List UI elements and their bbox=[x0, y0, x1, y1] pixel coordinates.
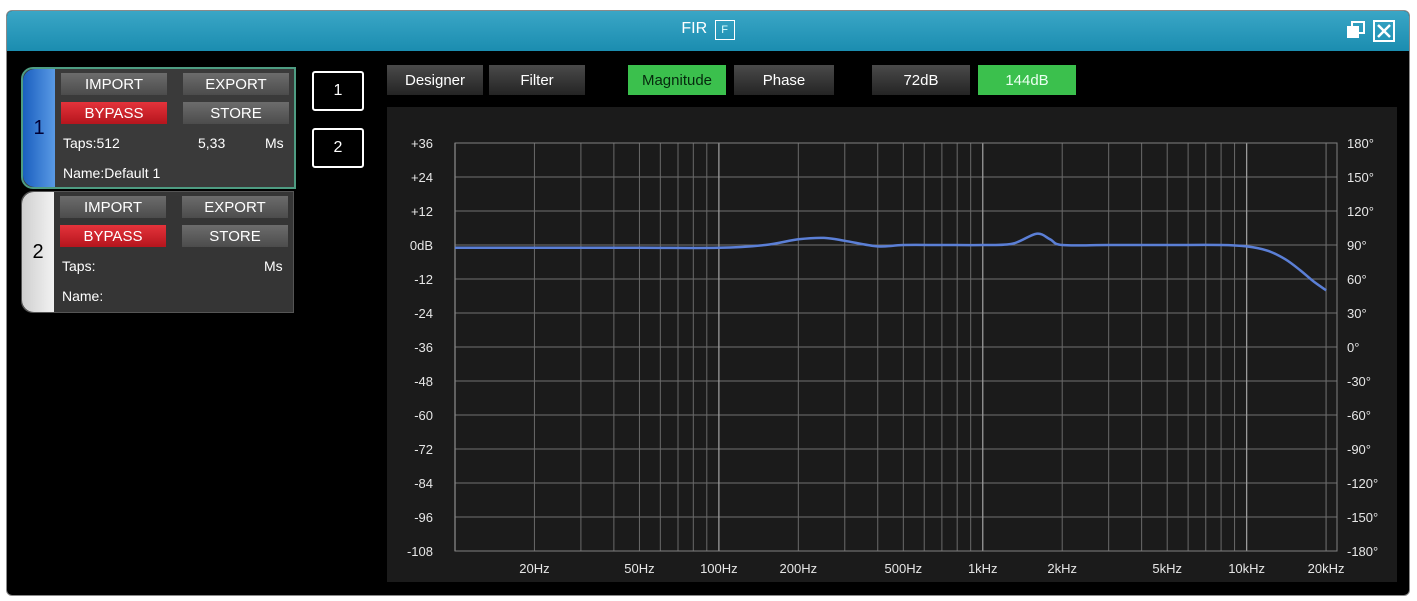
store-button[interactable]: STORE bbox=[182, 225, 288, 247]
frequency-response-plot[interactable]: +36 +24 +12 0dB -12 -24 -36 -48 -60 -72 -84 -96 -108… bbox=[387, 107, 1397, 582]
phase-tick-label: -60° bbox=[1347, 408, 1371, 423]
frequency-response-chart[interactable]: +36 +24 +12 0dB -12 -24 -36 -48 -60 -72 -84 -96 -108… bbox=[387, 107, 1397, 582]
y-tick-label: 0dB bbox=[410, 238, 433, 253]
phase-tick-label: -30° bbox=[1347, 374, 1371, 389]
slot-number-tab[interactable]: 2 bbox=[22, 192, 54, 312]
restore-window-icon bbox=[1347, 21, 1365, 38]
phase-tick-label: 150° bbox=[1347, 170, 1374, 185]
channel-2-button[interactable]: 2 bbox=[312, 128, 364, 168]
x-tick-label: 50Hz bbox=[624, 561, 654, 576]
phase-tick-label: 30° bbox=[1347, 306, 1367, 321]
delay-time-unit: Ms bbox=[264, 258, 283, 274]
fir-window: FIR F 1 IMPORT EXPORT BYPASS STORE Taps:… bbox=[6, 10, 1410, 596]
phase-tick-label: -180° bbox=[1347, 544, 1378, 559]
x-tick-label: 1kHz bbox=[968, 561, 998, 576]
export-button[interactable]: EXPORT bbox=[182, 196, 288, 218]
phase-tick-label: 0° bbox=[1347, 340, 1359, 355]
x-tick-label: 2kHz bbox=[1047, 561, 1077, 576]
x-tick-label: 100Hz bbox=[700, 561, 738, 576]
magnitude-button[interactable]: Magnitude bbox=[628, 65, 726, 95]
name-label: Name: bbox=[62, 288, 104, 304]
range-144db-button[interactable]: 144dB bbox=[978, 65, 1076, 95]
x-tick-label: 200Hz bbox=[780, 561, 818, 576]
slot-number-tab[interactable]: 1 bbox=[23, 69, 55, 187]
x-tick-label: 20kHz bbox=[1308, 561, 1345, 576]
fir-slot-2[interactable]: 2 IMPORT EXPORT BYPASS STORE Taps: Ms Na… bbox=[21, 191, 294, 313]
y-tick-label: +24 bbox=[411, 170, 433, 185]
phase-tick-label: 120° bbox=[1347, 204, 1374, 219]
phase-tick-label: -90° bbox=[1347, 442, 1371, 457]
phase-tick-label: -150° bbox=[1347, 510, 1378, 525]
magnitude-response-curve bbox=[454, 232, 1327, 292]
range-72db-button[interactable]: 72dB bbox=[872, 65, 970, 95]
delay-time-unit: Ms bbox=[265, 135, 284, 151]
designer-button[interactable]: Designer bbox=[387, 65, 483, 95]
delay-time-value: 5,33 bbox=[198, 135, 226, 151]
title-bar: FIR F bbox=[7, 11, 1409, 51]
export-button[interactable]: EXPORT bbox=[183, 73, 289, 95]
y-tick-label: +12 bbox=[411, 204, 433, 219]
window-title-area: FIR F bbox=[7, 20, 1409, 40]
store-button[interactable]: STORE bbox=[183, 102, 289, 124]
fir-slot-1[interactable]: 1 IMPORT EXPORT BYPASS STORE Taps:512 5,… bbox=[21, 67, 296, 189]
phase-button[interactable]: Phase bbox=[734, 65, 834, 95]
x-tick-label: 10kHz bbox=[1228, 561, 1265, 576]
close-icon bbox=[1373, 20, 1395, 42]
y-tick-label: -48 bbox=[414, 374, 433, 389]
y-tick-label: -60 bbox=[414, 408, 433, 423]
y-tick-label: -36 bbox=[414, 340, 433, 355]
y-tick-label: -108 bbox=[407, 544, 433, 559]
y-tick-label: -96 bbox=[414, 510, 433, 525]
taps-label: Taps:512 bbox=[63, 135, 120, 151]
import-button[interactable]: IMPORT bbox=[61, 73, 167, 95]
channel-1-button[interactable]: 1 bbox=[312, 71, 364, 111]
name-label: Name:Default 1 bbox=[63, 165, 161, 181]
taps-label: Taps: bbox=[62, 258, 96, 274]
filter-button[interactable]: Filter bbox=[489, 65, 585, 95]
x-tick-label: 500Hz bbox=[885, 561, 923, 576]
x-tick-label: 5kHz bbox=[1152, 561, 1182, 576]
y-tick-label: -12 bbox=[414, 272, 433, 287]
y-tick-label: -72 bbox=[414, 442, 433, 457]
y-tick-label: +36 bbox=[411, 136, 433, 151]
import-button[interactable]: IMPORT bbox=[60, 196, 166, 218]
restore-window-button[interactable] bbox=[1345, 20, 1367, 42]
window-title: FIR bbox=[681, 20, 708, 37]
phase-tick-label: 180° bbox=[1347, 136, 1374, 151]
bypass-button[interactable]: BYPASS bbox=[60, 225, 166, 247]
bypass-button[interactable]: BYPASS bbox=[61, 102, 167, 124]
phase-tick-label: -120° bbox=[1347, 476, 1378, 491]
y-tick-label: -24 bbox=[414, 306, 433, 321]
close-window-button[interactable] bbox=[1373, 20, 1395, 42]
phase-tick-label: 90° bbox=[1347, 238, 1367, 253]
y-tick-label: -84 bbox=[414, 476, 433, 491]
x-tick-label: 20Hz bbox=[519, 561, 549, 576]
phase-tick-label: 60° bbox=[1347, 272, 1367, 287]
title-badge: F bbox=[714, 20, 735, 40]
